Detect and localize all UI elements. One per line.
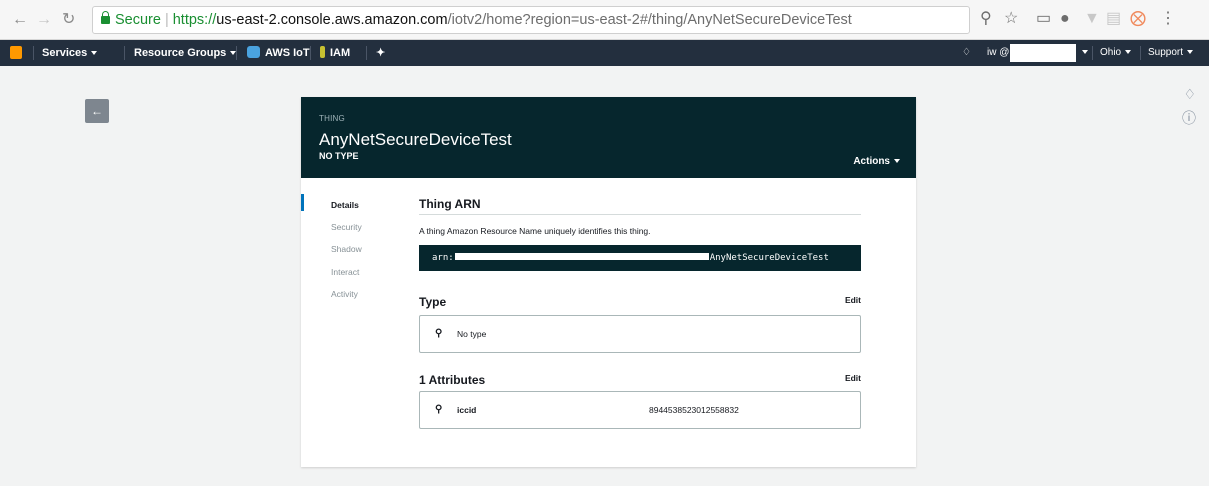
help-icon[interactable]: ⓘ	[1182, 108, 1196, 128]
region-label: Ohio	[1100, 47, 1122, 58]
thing-type-label: NO TYPE	[319, 151, 359, 161]
services-menu[interactable]: Services	[42, 40, 98, 66]
redacted-arn-segment	[454, 253, 709, 260]
thing-kicker: THING	[319, 114, 345, 123]
type-edit-link[interactable]: Edit	[845, 295, 861, 305]
thing-arn-heading: Thing ARN	[419, 197, 481, 211]
pin-shortcuts-icon[interactable]: ✦	[376, 40, 385, 66]
type-box: ⚲ No type	[419, 315, 861, 353]
tab-interact[interactable]: Interact	[331, 267, 359, 277]
arn-suffix: AnyNetSecureDeviceTest	[709, 253, 829, 263]
chevron-down-icon	[894, 159, 900, 163]
nav-divider	[310, 46, 311, 60]
bookmark-star-icon[interactable]: ☆	[1004, 10, 1018, 28]
thing-detail-panel: THING AnyNetSecureDeviceTest NO TYPE Act…	[301, 97, 916, 467]
iam-shortcut[interactable]: IAM	[320, 40, 350, 66]
iam-label: IAM	[330, 47, 351, 59]
tab-security[interactable]: Security	[331, 222, 362, 232]
support-label: Support	[1148, 47, 1184, 58]
iam-key-icon	[320, 46, 325, 58]
nav-divider	[236, 46, 237, 60]
zoom-icon[interactable]: ⚲	[980, 10, 992, 28]
account-menu[interactable]: iw @	[987, 40, 1009, 66]
type-value: No type	[457, 329, 487, 339]
actions-menu[interactable]: Actions	[853, 156, 900, 167]
services-label: Services	[42, 47, 88, 59]
active-tab-indicator	[301, 194, 304, 211]
nav-divider	[366, 46, 367, 60]
search-icon: ⚲	[435, 404, 443, 415]
aws-iot-label: AWS IoT	[265, 47, 310, 59]
browser-menu-icon[interactable]: ⋮	[1160, 10, 1176, 28]
forward-arrow-icon[interactable]: →	[36, 11, 52, 29]
back-arrow-icon[interactable]: ←	[12, 11, 28, 29]
account-prefix: iw @	[987, 47, 1010, 58]
extension-v-icon[interactable]: ▼	[1084, 10, 1100, 28]
section-divider	[419, 214, 861, 215]
aws-iot-icon	[247, 46, 260, 58]
tab-details[interactable]: Details	[331, 200, 359, 210]
page-title: AnyNetSecureDeviceTest	[319, 130, 512, 149]
extension-image-icon[interactable]: ▤	[1106, 10, 1121, 28]
resource-groups-label: Resource Groups	[134, 47, 227, 59]
thing-arn-value[interactable]: arn: AnyNetSecureDeviceTest	[419, 245, 861, 271]
search-icon: ⚲	[435, 328, 443, 339]
aws-navbar: Services Resource Groups AWS IoT IAM ✦ ♢…	[0, 40, 1209, 66]
extension-block-icon[interactable]: ⨂	[1130, 10, 1146, 28]
browser-toolbar: ← → ↻ Secure | https://us-east-2.console.a…	[0, 0, 1209, 40]
back-arrow-icon: ←	[91, 104, 103, 118]
chevron-down-icon	[1187, 50, 1194, 54]
nav-divider	[1140, 46, 1141, 60]
resource-groups-menu[interactable]: Resource Groups	[134, 40, 237, 66]
reload-icon[interactable]: ↻	[62, 11, 75, 29]
chevron-down-icon	[91, 51, 98, 55]
aws-logo-icon[interactable]	[10, 46, 22, 59]
url-separator: |	[164, 12, 169, 28]
nav-divider	[33, 46, 34, 60]
address-bar[interactable]: Secure | https://us-east-2.console.aws.ama…	[92, 6, 970, 34]
url-path: /iotv2/home?region=us-east-2#/thing/AnyN…	[447, 12, 852, 28]
secure-label: Secure	[115, 12, 161, 28]
notification-bell-icon[interactable]: ♢	[1183, 86, 1196, 103]
nav-divider	[124, 46, 125, 60]
url-host: us-east-2.console.aws.amazon.com	[216, 12, 448, 28]
account-chevron-down-icon[interactable]	[1078, 40, 1088, 66]
attributes-edit-link[interactable]: Edit	[845, 373, 861, 383]
attributes-box: ⚲ iccid 8944538523012558832	[419, 391, 861, 429]
support-menu[interactable]: Support	[1148, 40, 1194, 66]
cast-icon[interactable]: ▭	[1036, 10, 1051, 28]
actions-label: Actions	[853, 156, 890, 167]
aws-iot-shortcut[interactable]: AWS IoT	[247, 40, 310, 66]
chevron-down-icon	[1125, 50, 1132, 54]
tab-shadow[interactable]: Shadow	[331, 244, 362, 254]
attributes-heading: 1 Attributes	[419, 373, 486, 387]
tab-activity[interactable]: Activity	[331, 289, 358, 299]
redacted-account-name	[1010, 44, 1076, 62]
thing-header: THING AnyNetSecureDeviceTest NO TYPE Act…	[301, 97, 916, 178]
extension-circle-icon[interactable]: ●	[1060, 10, 1070, 28]
attribute-key: iccid	[457, 405, 477, 415]
type-heading: Type	[419, 295, 447, 309]
lock-icon	[101, 11, 110, 24]
thing-arn-description: A thing Amazon Resource Name uniquely id…	[419, 226, 651, 236]
region-menu[interactable]: Ohio	[1100, 40, 1132, 66]
arn-prefix: arn:	[432, 253, 454, 263]
notifications-bell-icon[interactable]: ♢	[962, 40, 971, 66]
url-scheme: https://	[172, 12, 217, 28]
attribute-value: 8944538523012558832	[649, 405, 739, 415]
back-button[interactable]: ←	[85, 99, 109, 123]
nav-divider	[1092, 46, 1093, 60]
